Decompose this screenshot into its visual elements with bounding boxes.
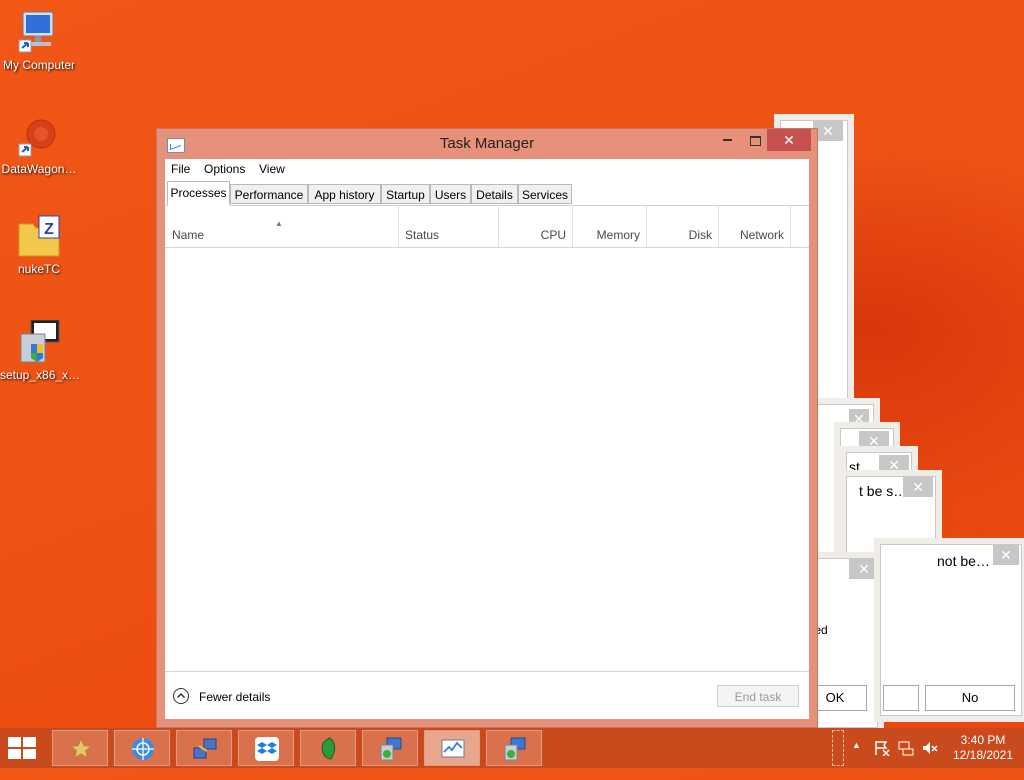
fewer-details-link[interactable]: Fewer details [199,690,270,704]
close-icon[interactable]: ✕ [993,545,1019,565]
background-window-7[interactable]: not be… ✕ No [880,544,1022,716]
clock-time: 3:40 PM [960,733,1006,747]
close-icon[interactable]: ✕ [849,559,879,579]
dialog-text: t be s… [859,483,908,499]
close-icon: ✕ [783,132,795,148]
title-bar[interactable]: Task Manager ✕ [157,129,817,159]
system-clock[interactable]: 3:40 PM 12/18/2021 [948,733,1018,763]
setup-computer-icon-2 [504,737,526,761]
column-label: Memory [596,228,640,242]
taskbar-button-task-manager[interactable] [424,730,480,766]
task-manager-icon [441,739,465,758]
taskbar: ▲ 3:40 PM 12/18/2021 [0,728,1024,768]
tab-app-history[interactable]: App history [308,184,381,204]
column-cpu[interactable]: CPU [499,205,573,247]
end-task-button[interactable]: End task [717,685,799,707]
volume-muted-icon[interactable] [922,740,938,756]
close-icon[interactable]: ✕ [849,409,869,429]
tab-strip: Processes Performance App history Startu… [165,181,809,206]
close-icon[interactable]: ✕ [859,431,889,451]
process-list[interactable] [165,248,809,670]
no-button[interactable]: No [925,685,1015,711]
menu-file[interactable]: File [171,162,190,176]
menu-view[interactable]: View [259,162,285,176]
menu-bar: File Options View [165,159,809,179]
chevron-up-icon[interactable] [173,688,189,704]
maximize-button[interactable] [741,129,769,151]
taskbar-resize-handle[interactable] [832,730,844,766]
minimize-icon [722,139,732,141]
start-button[interactable] [8,737,38,759]
taskbar-button-network-globe[interactable] [114,730,170,766]
tab-users[interactable]: Users [430,184,471,204]
close-icon[interactable]: ✕ [903,477,933,497]
action-center-flag-icon[interactable] [874,740,890,756]
column-disk[interactable]: Disk [647,205,719,247]
column-name[interactable]: Name [165,205,399,247]
dropbox-icon [255,737,279,761]
favorites-icon [69,737,93,759]
datawagon-icon [17,114,61,158]
green-gem-icon [321,737,336,760]
setup-computer-icon [380,737,402,761]
desktop-icon-datawagon[interactable]: DataWagon… [0,114,78,176]
show-hidden-icons-icon[interactable]: ▲ [852,740,861,780]
close-button[interactable]: ✕ [767,129,811,151]
dialog-button-partial[interactable] [883,685,919,711]
network-icon[interactable] [898,740,914,756]
computer-icon [17,10,61,54]
desktop-icon-nuketc[interactable]: Z nukeTC [0,214,78,276]
tab-details[interactable]: Details [471,184,518,204]
taskbar-button-setup[interactable] [362,730,418,766]
desktop-icon-my-computer[interactable]: My Computer [0,10,78,72]
tab-startup[interactable]: Startup [381,184,430,204]
column-label: CPU [540,228,566,242]
close-icon[interactable]: ✕ [879,455,909,475]
task-manager-footer: Fewer details End task [165,671,809,720]
column-label: Disk [688,228,712,242]
installer-icon [17,319,61,364]
column-label: Status [405,228,440,242]
taskbar-button-dropbox[interactable] [238,730,294,766]
remote-desktop-icon [193,738,217,759]
column-label: Network [739,228,784,242]
dialog-text: st… [849,459,874,475]
maximize-icon [749,136,761,146]
column-network[interactable]: Network [719,205,791,247]
dialog-text: not be… [937,553,990,569]
tab-performance[interactable]: Performance [230,184,308,204]
menu-options[interactable]: Options [204,162,245,176]
desktop-icon-label: My Computer [2,58,76,72]
taskbar-button-setup-2[interactable] [486,730,542,766]
task-manager-client: File Options View Processes Performance … [165,159,809,719]
tab-processes[interactable]: Processes [167,181,230,206]
desktop-icon-setup[interactable]: setup_x86_x… [0,319,81,382]
taskbar-button-favorites[interactable] [52,730,108,766]
taskbar-button-green-gem[interactable] [300,730,356,766]
tab-services[interactable]: Services [518,184,572,204]
column-label: Name [172,228,205,242]
column-header-row: ▲ Name Status CPU Memory Disk Network [165,205,809,248]
column-memory[interactable]: Memory [573,205,647,247]
svg-text:Z: Z [44,221,54,238]
task-manager-window[interactable]: Task Manager ✕ File Options View Process… [156,128,818,728]
network-globe-icon [132,738,154,760]
desktop-icon-label: setup_x86_x… [0,368,81,382]
minimize-button[interactable] [713,129,741,151]
desktop-icon-label: DataWagon… [1,162,77,176]
zip-folder-icon: Z [17,214,61,258]
clock-date: 12/18/2021 [952,748,1014,762]
desktop-icon-label: nukeTC [17,262,61,276]
taskbar-button-remote-desktop[interactable] [176,730,232,766]
column-status[interactable]: Status [399,205,499,247]
